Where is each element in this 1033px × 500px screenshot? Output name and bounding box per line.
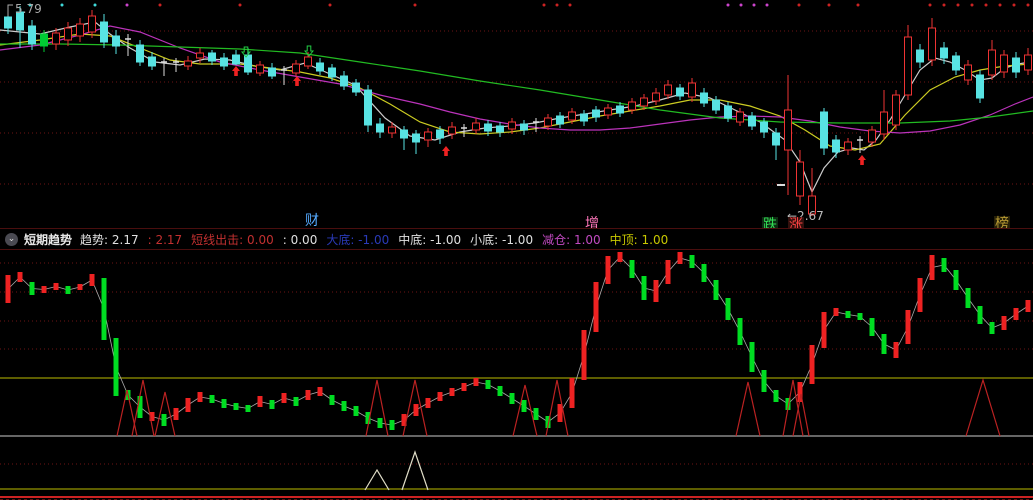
indicator-bars: [6, 252, 1031, 430]
ma-line-green: [0, 44, 1033, 123]
ma-line-magenta: [0, 26, 1033, 133]
ma-line-white: [0, 22, 1030, 192]
signal-arrows: [232, 46, 866, 165]
indicator-name[interactable]: 短期趋势: [24, 231, 72, 248]
indicator-field: 大底: -1.00: [326, 233, 389, 247]
price-chart-canvas[interactable]: 5.79←2.67: [0, 0, 1033, 228]
indicator-reference-lines: [0, 378, 1033, 500]
trading-app-window: 5.79←2.67 ⌄ 短期趋势 趋势: 2.17 : 2.17 短线出击: 0.0…: [0, 0, 1033, 500]
oscillator-line: [8, 257, 1028, 425]
indicator-header-bar: ⌄ 短期趋势 趋势: 2.17 : 2.17 短线出击: 0.00 : 0.00 大底:…: [0, 228, 1033, 250]
indicator-field: : 0.00: [283, 233, 318, 247]
white-spike-triangles: [365, 452, 428, 490]
indicator-field: 小底: -1.00: [470, 233, 533, 247]
indicator-field: 中顶: 1.00: [610, 233, 669, 247]
indicator-field: 减仓: 1.00: [542, 233, 601, 247]
candles: [5, 6, 1032, 216]
indicator-values: 趋势: 2.17 : 2.17 短线出击: 0.00 : 0.00 大底: -1.00 中…: [80, 231, 677, 248]
collapse-indicator-icon[interactable]: ⌄: [5, 233, 18, 246]
indicator-field: 中底: -1.00: [398, 233, 461, 247]
indicator-field: 短线出击: 0.00: [191, 233, 274, 247]
indicator-chart-canvas[interactable]: [0, 250, 1033, 500]
buy-arrow-icon: [858, 155, 866, 165]
watermark-glyph: 财: [304, 213, 320, 229]
signal-dot-markers: [29, 4, 1030, 7]
indicator-field: : 2.17: [148, 233, 183, 247]
indicator-field: 趋势: 2.17: [80, 233, 139, 247]
high-price-label: 5.79: [15, 2, 42, 16]
buy-arrow-icon: [442, 146, 450, 156]
price-dash-marker: [777, 184, 785, 186]
buy-arrow-icon: [232, 66, 240, 76]
